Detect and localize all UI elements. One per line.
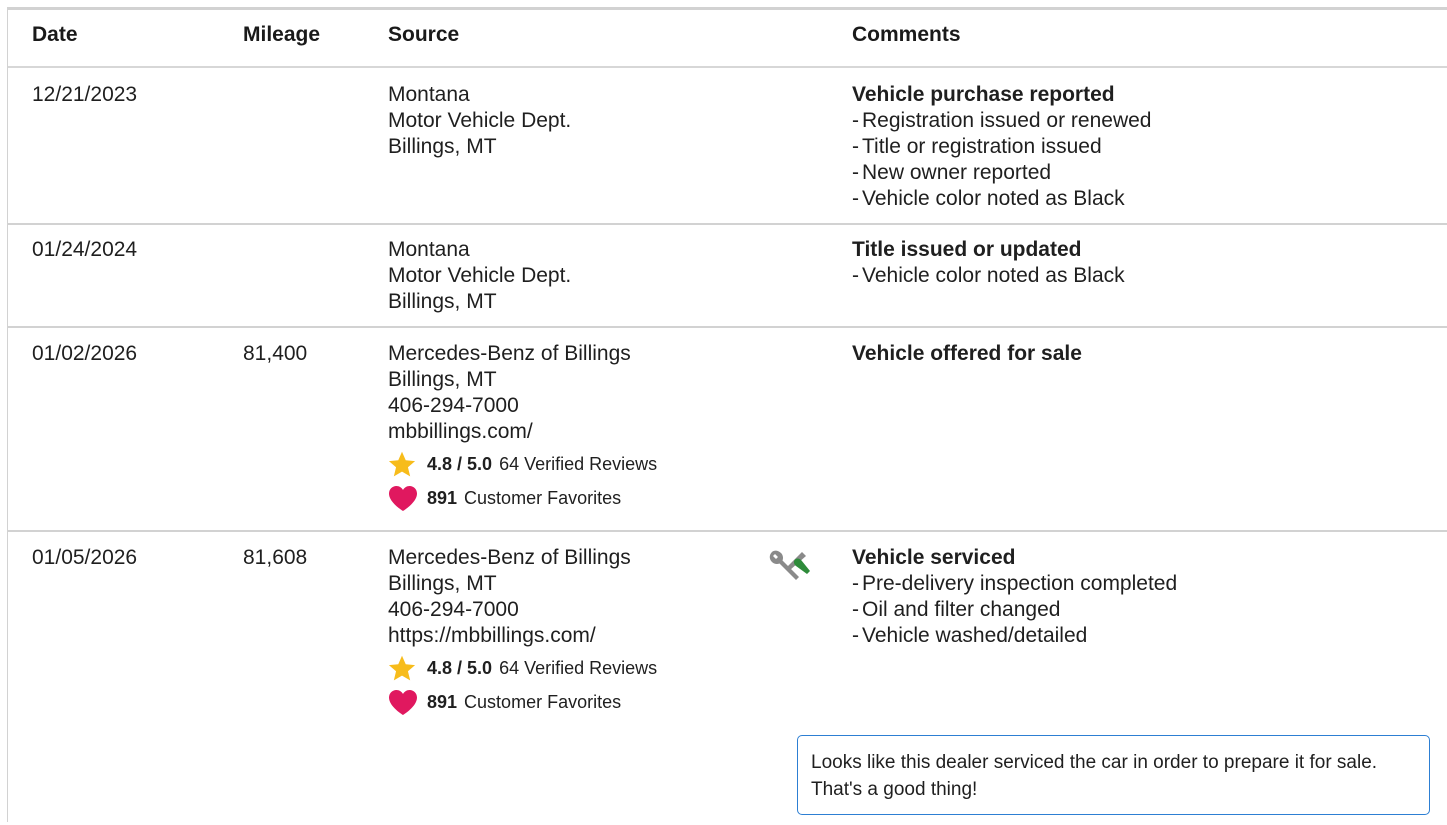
table-row: 01/05/2026 81,608 Mercedes-Benz of Billi… [8, 532, 1447, 732]
favorites-count: 891 [427, 692, 458, 712]
source-line: Motor Vehicle Dept. [388, 264, 572, 287]
source-line: Montana [388, 238, 470, 261]
row-source: Mercedes-Benz of Billings Billings, MT 4… [388, 341, 657, 513]
source-line: Billings, MT [388, 572, 497, 595]
source-line: Billings, MT [388, 368, 497, 391]
row-comments: Vehicle serviced - Pre-delivery inspectio… [852, 545, 1177, 649]
row-date: 01/02/2026 [32, 342, 138, 365]
row-date: 01/05/2026 [32, 546, 138, 569]
rating-value: 4.8 / 5.0 [427, 658, 493, 678]
comment-item: - Vehicle washed/detailed [852, 624, 1088, 647]
dealer-favorites[interactable]: 891 Customer Favorites [388, 687, 657, 717]
favorites-count: 891 [427, 488, 458, 508]
table-row: 01/02/2026 81,400 Mercedes-Benz of Billi… [8, 328, 1447, 532]
favorites-label: Customer Favorites [464, 692, 622, 712]
dealer-website-link[interactable]: mbbillings.com/ [388, 419, 657, 445]
row-source: Montana Motor Vehicle Dept. Billings, MT [388, 82, 571, 160]
source-line: Billings, MT [388, 135, 497, 158]
table-row: 12/21/2023 Montana Motor Vehicle Dept. B… [8, 68, 1447, 225]
row-date: 12/21/2023 [32, 83, 138, 106]
comment-item: - Vehicle color noted as Black [852, 187, 1125, 210]
dealer-name-link[interactable]: Mercedes-Benz of Billings [388, 545, 657, 571]
rating-value: 4.8 / 5.0 [427, 454, 493, 474]
source-line: Montana [388, 83, 470, 106]
comment-title: Vehicle serviced [852, 546, 1016, 569]
comment-item: - Registration issued or renewed [852, 109, 1152, 132]
comment-title: Vehicle offered for sale [852, 342, 1082, 365]
reviews-count: 64 Verified Reviews [499, 658, 658, 678]
row-comments: Title issued or updated - Vehicle color n… [852, 237, 1125, 289]
dealer-note-callout: Looks like this dealer serviced the car … [797, 735, 1430, 815]
star-icon [388, 449, 418, 479]
star-icon [388, 653, 418, 683]
row-comments: Vehicle offered for sale [852, 341, 1082, 367]
dealer-rating[interactable]: 4.8 / 5.0 64 Verified Reviews [388, 449, 657, 479]
header-mileage: Mileage [243, 23, 321, 46]
reviews-count: 64 Verified Reviews [499, 454, 658, 474]
comment-item: - Vehicle color noted as Black [852, 264, 1125, 287]
wrench-screwdriver-icon [766, 548, 810, 592]
heart-icon [388, 687, 418, 717]
dealer-phone[interactable]: 406-294-7000 [388, 597, 657, 623]
comment-item: - Title or registration issued [852, 135, 1102, 158]
vehicle-history-table: Date Mileage Source Comments 12/21/2023 … [7, 7, 1447, 825]
favorites-label: Customer Favorites [464, 488, 622, 508]
comment-item: - Pre-delivery inspection completed [852, 572, 1178, 595]
table-row: 01/24/2024 Montana Motor Vehicle Dept. B… [8, 225, 1447, 328]
comment-item: - Oil and filter changed [852, 598, 1061, 621]
row-source: Montana Motor Vehicle Dept. Billings, MT [388, 237, 571, 315]
header-comments: Comments [852, 23, 961, 46]
table-header: Date Mileage Source Comments [8, 10, 1447, 68]
comment-title: Title issued or updated [852, 238, 1082, 261]
comment-title: Vehicle purchase reported [852, 83, 1115, 106]
row-date: 01/24/2024 [32, 238, 138, 261]
dealer-rating[interactable]: 4.8 / 5.0 64 Verified Reviews [388, 653, 657, 683]
dealer-phone[interactable]: 406-294-7000 [388, 393, 657, 419]
header-date: Date [32, 23, 78, 46]
row-comments: Vehicle purchase reported - Registration … [852, 82, 1152, 212]
row-mileage: 81,400 [243, 342, 308, 365]
row-source: Mercedes-Benz of Billings Billings, MT 4… [388, 545, 657, 717]
header-source: Source [388, 23, 460, 46]
divider [8, 735, 9, 825]
row-mileage: 81,608 [243, 546, 308, 569]
comment-item: - New owner reported [852, 161, 1052, 184]
dealer-website-link[interactable]: https://mbbillings.com/ [388, 623, 657, 649]
dealer-name-link[interactable]: Mercedes-Benz of Billings [388, 341, 657, 367]
source-line: Motor Vehicle Dept. [388, 109, 572, 132]
source-line: Billings, MT [388, 290, 497, 313]
heart-icon [388, 483, 418, 513]
dealer-favorites[interactable]: 891 Customer Favorites [388, 483, 657, 513]
